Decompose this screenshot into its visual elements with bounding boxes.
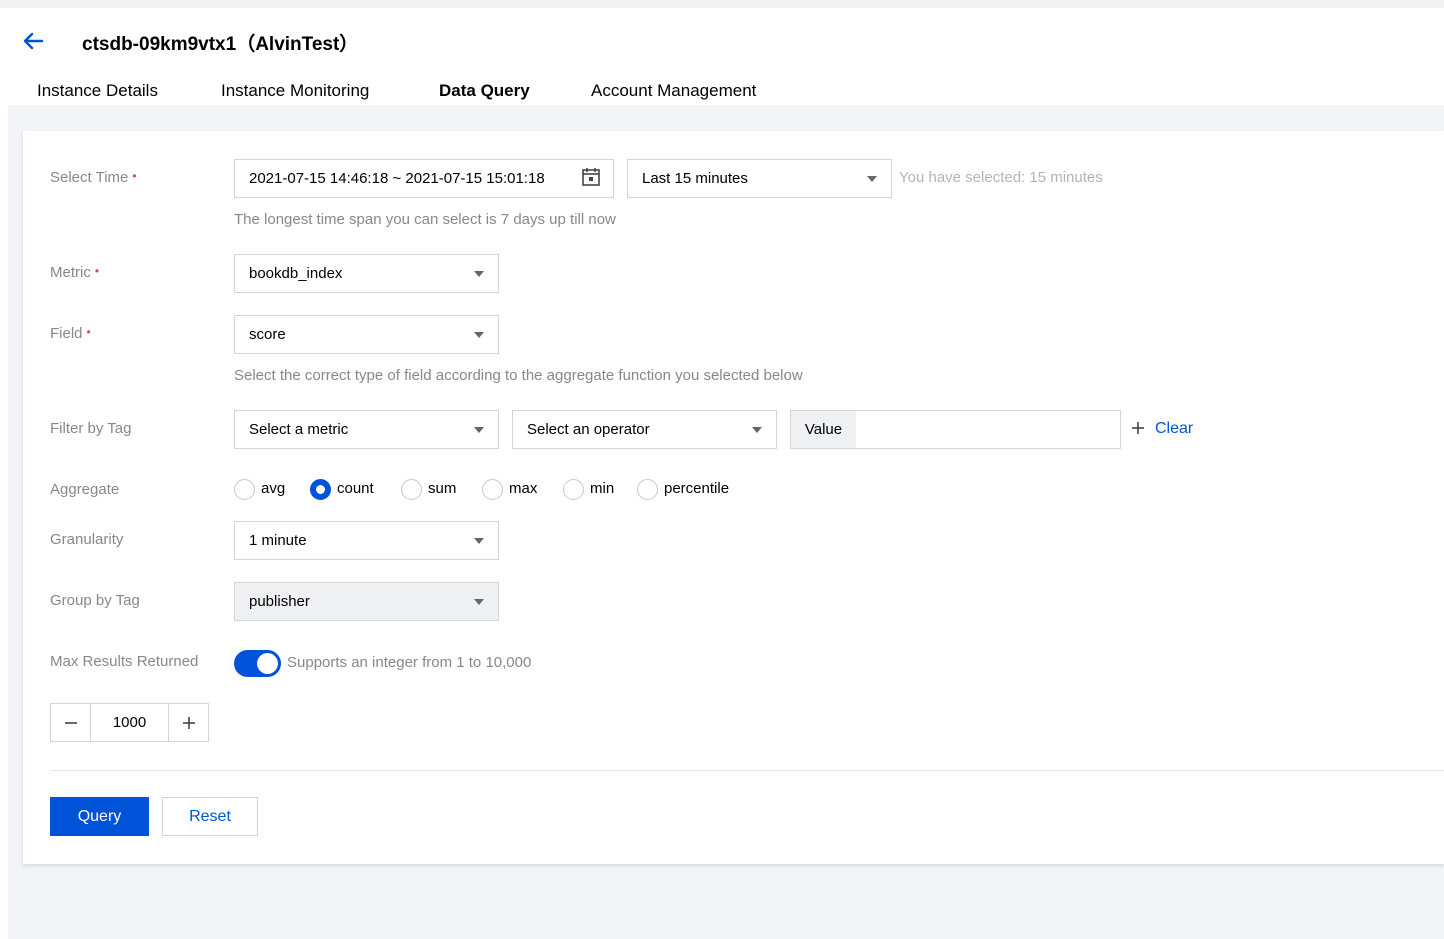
radio-circle-icon bbox=[563, 479, 584, 500]
reset-button[interactable]: Reset bbox=[162, 797, 258, 836]
chevron-down-icon bbox=[752, 427, 762, 433]
select-time-label: Select Time • bbox=[50, 169, 137, 186]
radio-circle-icon bbox=[637, 479, 658, 500]
max-results-label: Max Results Returned bbox=[50, 653, 199, 670]
chevron-down-icon bbox=[474, 599, 484, 605]
field-value: score bbox=[249, 326, 286, 343]
minus-icon bbox=[65, 722, 77, 724]
radio-circle-icon bbox=[401, 479, 422, 500]
metric-label: Metric • bbox=[50, 264, 100, 281]
radio-circle-icon bbox=[482, 479, 503, 500]
header-bar: ctsdb-09km9vtx1（AlvinTest） Instance Deta… bbox=[0, 0, 1444, 111]
filter-metric-select[interactable]: Select a metric bbox=[234, 410, 499, 449]
chevron-down-icon bbox=[474, 538, 484, 544]
chevron-down-icon bbox=[474, 332, 484, 338]
required-marker: • bbox=[94, 264, 100, 278]
decrement-button[interactable] bbox=[51, 704, 91, 741]
field-label: Field • bbox=[50, 325, 91, 342]
required-marker: • bbox=[132, 169, 137, 183]
plus-icon bbox=[183, 717, 195, 729]
clear-filter-link[interactable]: Clear bbox=[1155, 420, 1193, 438]
chevron-down-icon bbox=[867, 176, 877, 182]
metric-value: bookdb_index bbox=[249, 265, 343, 282]
query-button[interactable]: Query bbox=[50, 797, 149, 836]
filter-by-tag-label: Filter by Tag bbox=[50, 420, 132, 437]
granularity-value: 1 minute bbox=[249, 532, 307, 549]
page-title: ctsdb-09km9vtx1（AlvinTest） bbox=[82, 34, 359, 55]
tab-data-query[interactable]: Data Query bbox=[439, 81, 530, 101]
arrow-left-icon[interactable] bbox=[20, 28, 46, 54]
calendar-icon bbox=[582, 168, 600, 186]
filter-value-input[interactable] bbox=[856, 410, 1121, 449]
max-results-toggle[interactable] bbox=[234, 650, 281, 677]
radio-checked-icon bbox=[310, 479, 331, 500]
toggle-knob bbox=[257, 653, 278, 674]
metric-select[interactable]: bookdb_index bbox=[234, 254, 499, 293]
time-range-value: 2021-07-15 14:46:18 ~ 2021-07-15 15:01:1… bbox=[249, 170, 545, 187]
filter-operator-placeholder: Select an operator bbox=[527, 421, 650, 438]
filter-operator-select[interactable]: Select an operator bbox=[512, 410, 777, 449]
form-divider bbox=[50, 770, 1444, 771]
filter-metric-placeholder: Select a metric bbox=[249, 421, 349, 438]
aggregate-label: Aggregate bbox=[50, 481, 120, 498]
group-by-tag-select[interactable]: publisher bbox=[234, 582, 499, 621]
query-form-card bbox=[23, 131, 1444, 864]
chevron-down-icon bbox=[474, 271, 484, 277]
selected-duration-hint: You have selected: 15 minutes bbox=[899, 169, 1103, 186]
field-select[interactable]: score bbox=[234, 315, 499, 354]
max-results-value[interactable]: 1000 bbox=[91, 704, 168, 741]
time-preset-select[interactable]: Last 15 minutes bbox=[627, 159, 892, 198]
increment-button[interactable] bbox=[168, 704, 208, 741]
plus-icon[interactable] bbox=[1131, 421, 1145, 435]
max-results-stepper: 1000 bbox=[50, 703, 209, 742]
field-help: Select the correct type of field accordi… bbox=[234, 367, 803, 384]
tab-instance-monitoring[interactable]: Instance Monitoring bbox=[221, 81, 369, 101]
group-by-tag-label: Group by Tag bbox=[50, 592, 140, 609]
time-span-help: The longest time span you can select is … bbox=[234, 211, 616, 228]
chevron-down-icon bbox=[474, 427, 484, 433]
granularity-select[interactable]: 1 minute bbox=[234, 521, 499, 560]
group-by-tag-value: publisher bbox=[249, 593, 310, 610]
max-results-hint: Supports an integer from 1 to 10,000 bbox=[287, 654, 532, 671]
required-marker: • bbox=[86, 325, 91, 339]
time-range-picker[interactable]: 2021-07-15 14:46:18 ~ 2021-07-15 15:01:1… bbox=[234, 159, 614, 198]
radio-circle-icon bbox=[234, 479, 255, 500]
time-preset-value: Last 15 minutes bbox=[642, 170, 748, 187]
tab-account-management[interactable]: Account Management bbox=[591, 81, 756, 101]
granularity-label: Granularity bbox=[50, 531, 124, 548]
value-addon-label: Value bbox=[790, 410, 857, 449]
tab-instance-details[interactable]: Instance Details bbox=[37, 81, 158, 101]
